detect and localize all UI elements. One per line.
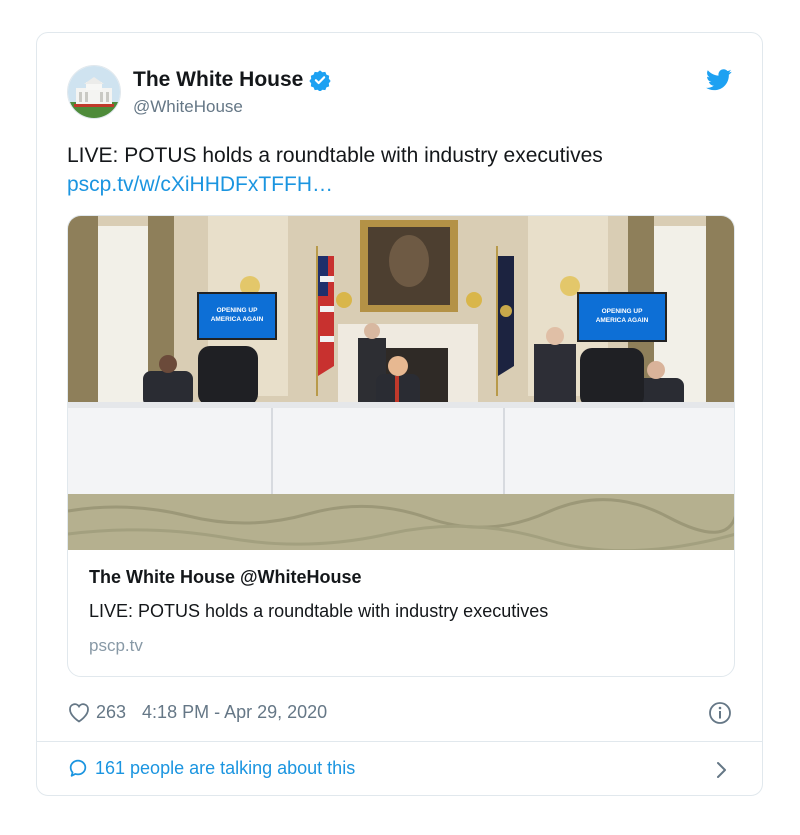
- comment-bubble-icon: [69, 759, 87, 777]
- tweet-link[interactable]: pscp.tv/w/cXiHHDFxTFFH…: [67, 170, 603, 199]
- svg-text:OPENING UP: OPENING UP: [217, 307, 258, 314]
- tweet-meta: 263 4:18 PM - Apr 29, 2020: [67, 701, 327, 723]
- conversation-link[interactable]: 161 people are talking about this: [67, 757, 355, 779]
- tweet-timestamp[interactable]: 4:18 PM - Apr 29, 2020: [142, 702, 327, 723]
- like-count[interactable]: 263: [96, 702, 126, 723]
- tweet-text: LIVE: POTUS holds a roundtable with indu…: [67, 144, 603, 167]
- profile-avatar[interactable]: [67, 65, 121, 119]
- svg-text:AMERICA AGAIN: AMERICA AGAIN: [211, 316, 264, 323]
- verified-badge-icon: [309, 70, 331, 91]
- author-name-label[interactable]: The White House: [133, 68, 303, 92]
- info-icon[interactable]: [708, 701, 732, 725]
- author-handle[interactable]: @WhiteHouse: [133, 97, 243, 117]
- svg-text:OPENING UP: OPENING UP: [602, 308, 643, 315]
- svg-text:AMERICA AGAIN: AMERICA AGAIN: [596, 317, 649, 324]
- link-card-title: The White House @WhiteHouse: [89, 567, 362, 587]
- link-preview-card[interactable]: OPENING UP AMERICA AGAIN OPENING UP AMER…: [67, 215, 735, 677]
- heart-icon[interactable]: [67, 701, 91, 723]
- screen-left: OPENING UP AMERICA AGAIN: [197, 292, 277, 340]
- video-thumbnail[interactable]: OPENING UP AMERICA AGAIN OPENING UP AMER…: [68, 216, 735, 550]
- chevron-right-icon[interactable]: [714, 759, 728, 781]
- author-name[interactable]: The White House: [133, 68, 331, 92]
- tweet-body: LIVE: POTUS holds a roundtable with indu…: [67, 141, 603, 199]
- screen-right: OPENING UP AMERICA AGAIN: [577, 292, 667, 342]
- link-card-domain: pscp.tv: [89, 636, 143, 655]
- footer-divider: [37, 741, 762, 742]
- conversation-label[interactable]: 161 people are talking about this: [95, 758, 355, 779]
- tweet-embed-card: The White House @WhiteHouse LIVE: POTUS …: [36, 32, 763, 796]
- twitter-bird-icon[interactable]: [706, 69, 732, 91]
- link-card-description: LIVE: POTUS holds a roundtable with indu…: [89, 601, 549, 621]
